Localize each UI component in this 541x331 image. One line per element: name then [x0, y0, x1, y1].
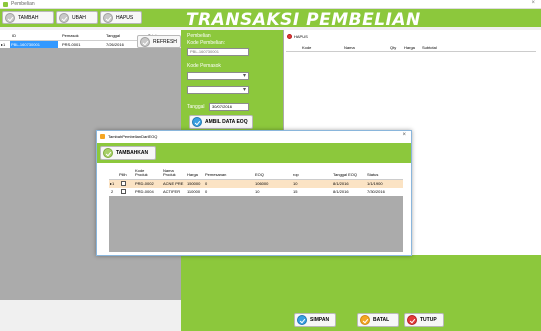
section-label: Pembelian — [187, 33, 211, 39]
cell-eoq[interactable]: 106000 — [255, 181, 268, 186]
hapus-label: HAPUS — [116, 14, 134, 21]
col-pemasok: Pemasok — [62, 33, 79, 38]
batal-button[interactable]: BATAL — [357, 313, 399, 327]
tutup-label: TUTUP — [420, 317, 437, 323]
add-icon — [5, 12, 15, 23]
col-pemesanan: Pemesanan — [205, 172, 227, 177]
app-icon — [3, 2, 8, 7]
delete-icon — [103, 12, 113, 23]
row-marker: ▸1 — [110, 181, 115, 186]
cell-pemesanan[interactable]: 0 — [205, 189, 207, 194]
refresh-button[interactable]: REFRESH — [137, 35, 181, 48]
refresh-icon — [140, 36, 150, 47]
ambil-label: AMBIL DATA EOQ — [205, 119, 248, 125]
detail-grid-header: Kode Nama Qty Harga Subtotal — [286, 43, 536, 52]
pilih-checkbox[interactable] — [121, 181, 126, 186]
nama-pemasok-select[interactable] — [187, 86, 249, 94]
kode-pembelian-label: Kode Pembelian: — [187, 40, 226, 46]
delete-icon — [287, 34, 292, 39]
simpan-button[interactable]: SIMPAN — [294, 313, 336, 327]
cell-rop[interactable]: 10 — [293, 181, 297, 186]
row-marker: 2 — [111, 189, 114, 194]
cell-id[interactable]: PBL-160730001 — [10, 41, 58, 48]
window-titlebar: Pembelian × — [0, 0, 541, 9]
check-icon — [103, 148, 113, 158]
detail-hapus-label: HAPUS — [294, 34, 308, 39]
dialog-titlebar: TambahPembelianDariEOQ × — [97, 131, 411, 142]
tanggal-label: Tanggal — [187, 104, 205, 110]
col-nama-produk: Nama Produk — [163, 168, 176, 177]
hapus-button[interactable]: HAPUS — [100, 11, 142, 24]
cell-pemasok[interactable]: PRS-0001 — [62, 42, 80, 47]
tanggal-field[interactable]: 30/07/2016 — [209, 103, 249, 111]
ubah-label: UBAH — [72, 14, 86, 21]
col-harga: Harga — [404, 45, 415, 50]
tambah-button[interactable]: TAMBAH — [2, 11, 54, 24]
tambah-label: TAMBAH — [18, 14, 39, 21]
col-kode-produk: Kode Produk — [135, 168, 148, 177]
ubah-button[interactable]: UBAH — [56, 11, 98, 24]
col-tanggal: Tanggal — [106, 33, 121, 38]
col-harga: Harga — [187, 172, 198, 177]
row-marker: ▸1 — [1, 42, 6, 47]
cell-pemesanan[interactable]: 0 — [205, 181, 207, 186]
cell-kode[interactable]: PRD-0004 — [135, 189, 154, 194]
cell-nama[interactable]: ACNE PRE — [163, 181, 183, 186]
form-panel: Pembelian Kode Pembelian: PBL-160730001 … — [181, 30, 283, 135]
tambahkan-button[interactable]: TAMBAHKAN — [100, 146, 156, 160]
cell-harga[interactable]: 150000 — [187, 181, 200, 186]
cell-nama[interactable]: ACTIFER — [163, 189, 180, 194]
dialog-app-icon — [100, 134, 105, 139]
kode-pemasok-label: Kode Pemasok — [187, 63, 221, 69]
window-close-button[interactable]: × — [531, 0, 535, 6]
tambahkan-label: TAMBAHKAN — [116, 150, 149, 156]
window-title: Pembelian — [11, 1, 35, 7]
col-subtotal: Subtotal — [422, 45, 437, 50]
eoq-dialog: TambahPembelianDariEOQ × TAMBAHKAN Pilih… — [96, 130, 412, 256]
detail-hapus-button[interactable]: HAPUS — [287, 34, 308, 39]
cell-status[interactable]: 1/1/1900 — [367, 181, 383, 186]
dialog-title: TambahPembelianDariEOQ — [108, 134, 158, 139]
cell-tanggal-eoq[interactable]: 8/1/2016 — [333, 181, 349, 186]
col-eoq: EOQ — [255, 172, 264, 177]
dialog-close-button[interactable]: × — [402, 132, 406, 138]
simpan-label: SIMPAN — [310, 317, 330, 323]
col-pilih: Pilih — [119, 172, 127, 177]
kode-pembelian-field[interactable]: PBL-160730001 — [187, 48, 249, 56]
col-status: Status — [367, 172, 379, 177]
cell-tanggal[interactable]: 7/26/2016 — [106, 42, 124, 47]
eoq-grid[interactable]: Pilih Kode Produk Nama Produk Harga Peme… — [109, 168, 403, 252]
page-title: TRANSAKSI PEMBELIAN — [186, 10, 421, 30]
cell-tanggal-eoq[interactable]: 8/1/2016 — [333, 189, 349, 194]
cell-kode[interactable]: PRD-0002 — [135, 181, 154, 186]
cell-rop[interactable]: 15 — [293, 189, 297, 194]
cancel-icon — [360, 315, 370, 325]
cell-status[interactable]: 7/30/2016 — [367, 189, 385, 194]
ambil-data-eoq-button[interactable]: AMBIL DATA EOQ — [189, 115, 253, 129]
edit-icon — [59, 12, 69, 23]
col-id: ID — [12, 33, 16, 38]
cell-eoq[interactable]: 10 — [255, 189, 259, 194]
col-qty: Qty — [390, 45, 397, 50]
eoq-grid-header: Pilih Kode Produk Nama Produk Harga Peme… — [109, 168, 403, 180]
kode-pemasok-select[interactable] — [187, 72, 249, 80]
check-icon — [192, 117, 202, 127]
col-nama: Nama — [344, 45, 355, 50]
table-row[interactable]: ▸1 PRD-0002 ACNE PRE 150000 0 106000 10 … — [109, 180, 403, 188]
batal-label: BATAL — [373, 317, 390, 323]
cell-harga[interactable]: 110000 — [187, 189, 200, 194]
pilih-checkbox[interactable] — [121, 189, 126, 194]
refresh-label: REFRESH — [153, 38, 177, 45]
col-tanggal-eoq: Tanggal EOQ — [333, 172, 358, 177]
tutup-button[interactable]: TUTUP — [404, 313, 444, 327]
col-kode: Kode — [302, 45, 312, 50]
save-icon — [297, 315, 307, 325]
col-rop: rop — [293, 172, 299, 177]
close-icon — [407, 315, 417, 325]
table-row[interactable]: 2 PRD-0004 ACTIFER 110000 0 10 15 8/1/20… — [109, 188, 403, 196]
